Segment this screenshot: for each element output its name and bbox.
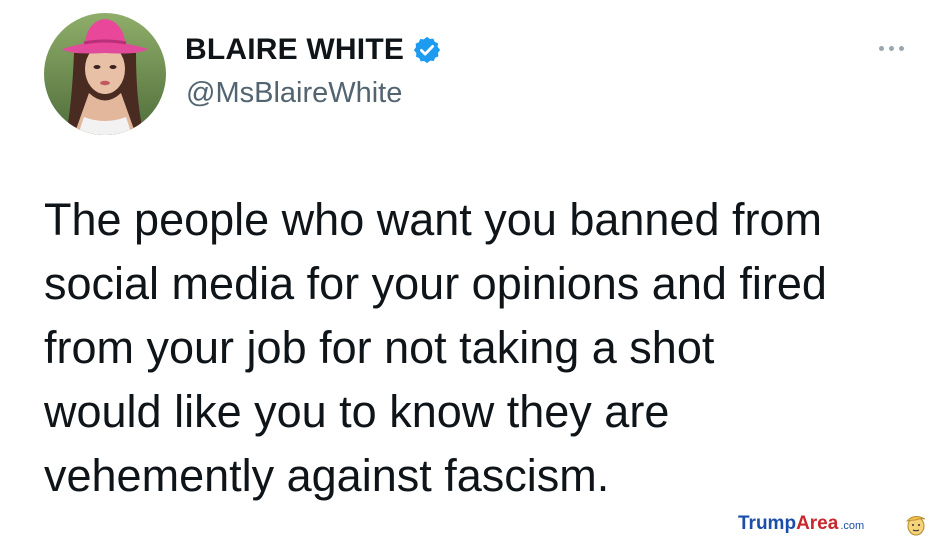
watermark-part-com: .com bbox=[840, 520, 865, 532]
avatar[interactable] bbox=[44, 13, 166, 135]
watermark-part-area: Area bbox=[796, 513, 839, 534]
author-handle[interactable]: @MsBlaireWhite bbox=[186, 77, 402, 110]
more-options-button[interactable] bbox=[871, 38, 911, 58]
more-horizontal-icon-dot bbox=[898, 45, 904, 51]
trump-face-logo-icon bbox=[904, 512, 928, 536]
tweet-card: BLAIRE WHITE @MsBlaireWhite The people w… bbox=[0, 0, 940, 510]
verified-badge-icon bbox=[412, 35, 442, 65]
author-display-name[interactable]: BLAIRE WHITE bbox=[185, 33, 404, 67]
watermark: Trump Area .com bbox=[738, 513, 864, 535]
watermark-part-trump: Trump bbox=[738, 513, 797, 534]
more-horizontal-icon bbox=[878, 45, 884, 51]
more-horizontal-icon-dot bbox=[888, 45, 894, 51]
tweet-text: The people who want you banned from soci… bbox=[44, 194, 827, 501]
author-name-row[interactable]: BLAIRE WHITE bbox=[185, 30, 442, 70]
